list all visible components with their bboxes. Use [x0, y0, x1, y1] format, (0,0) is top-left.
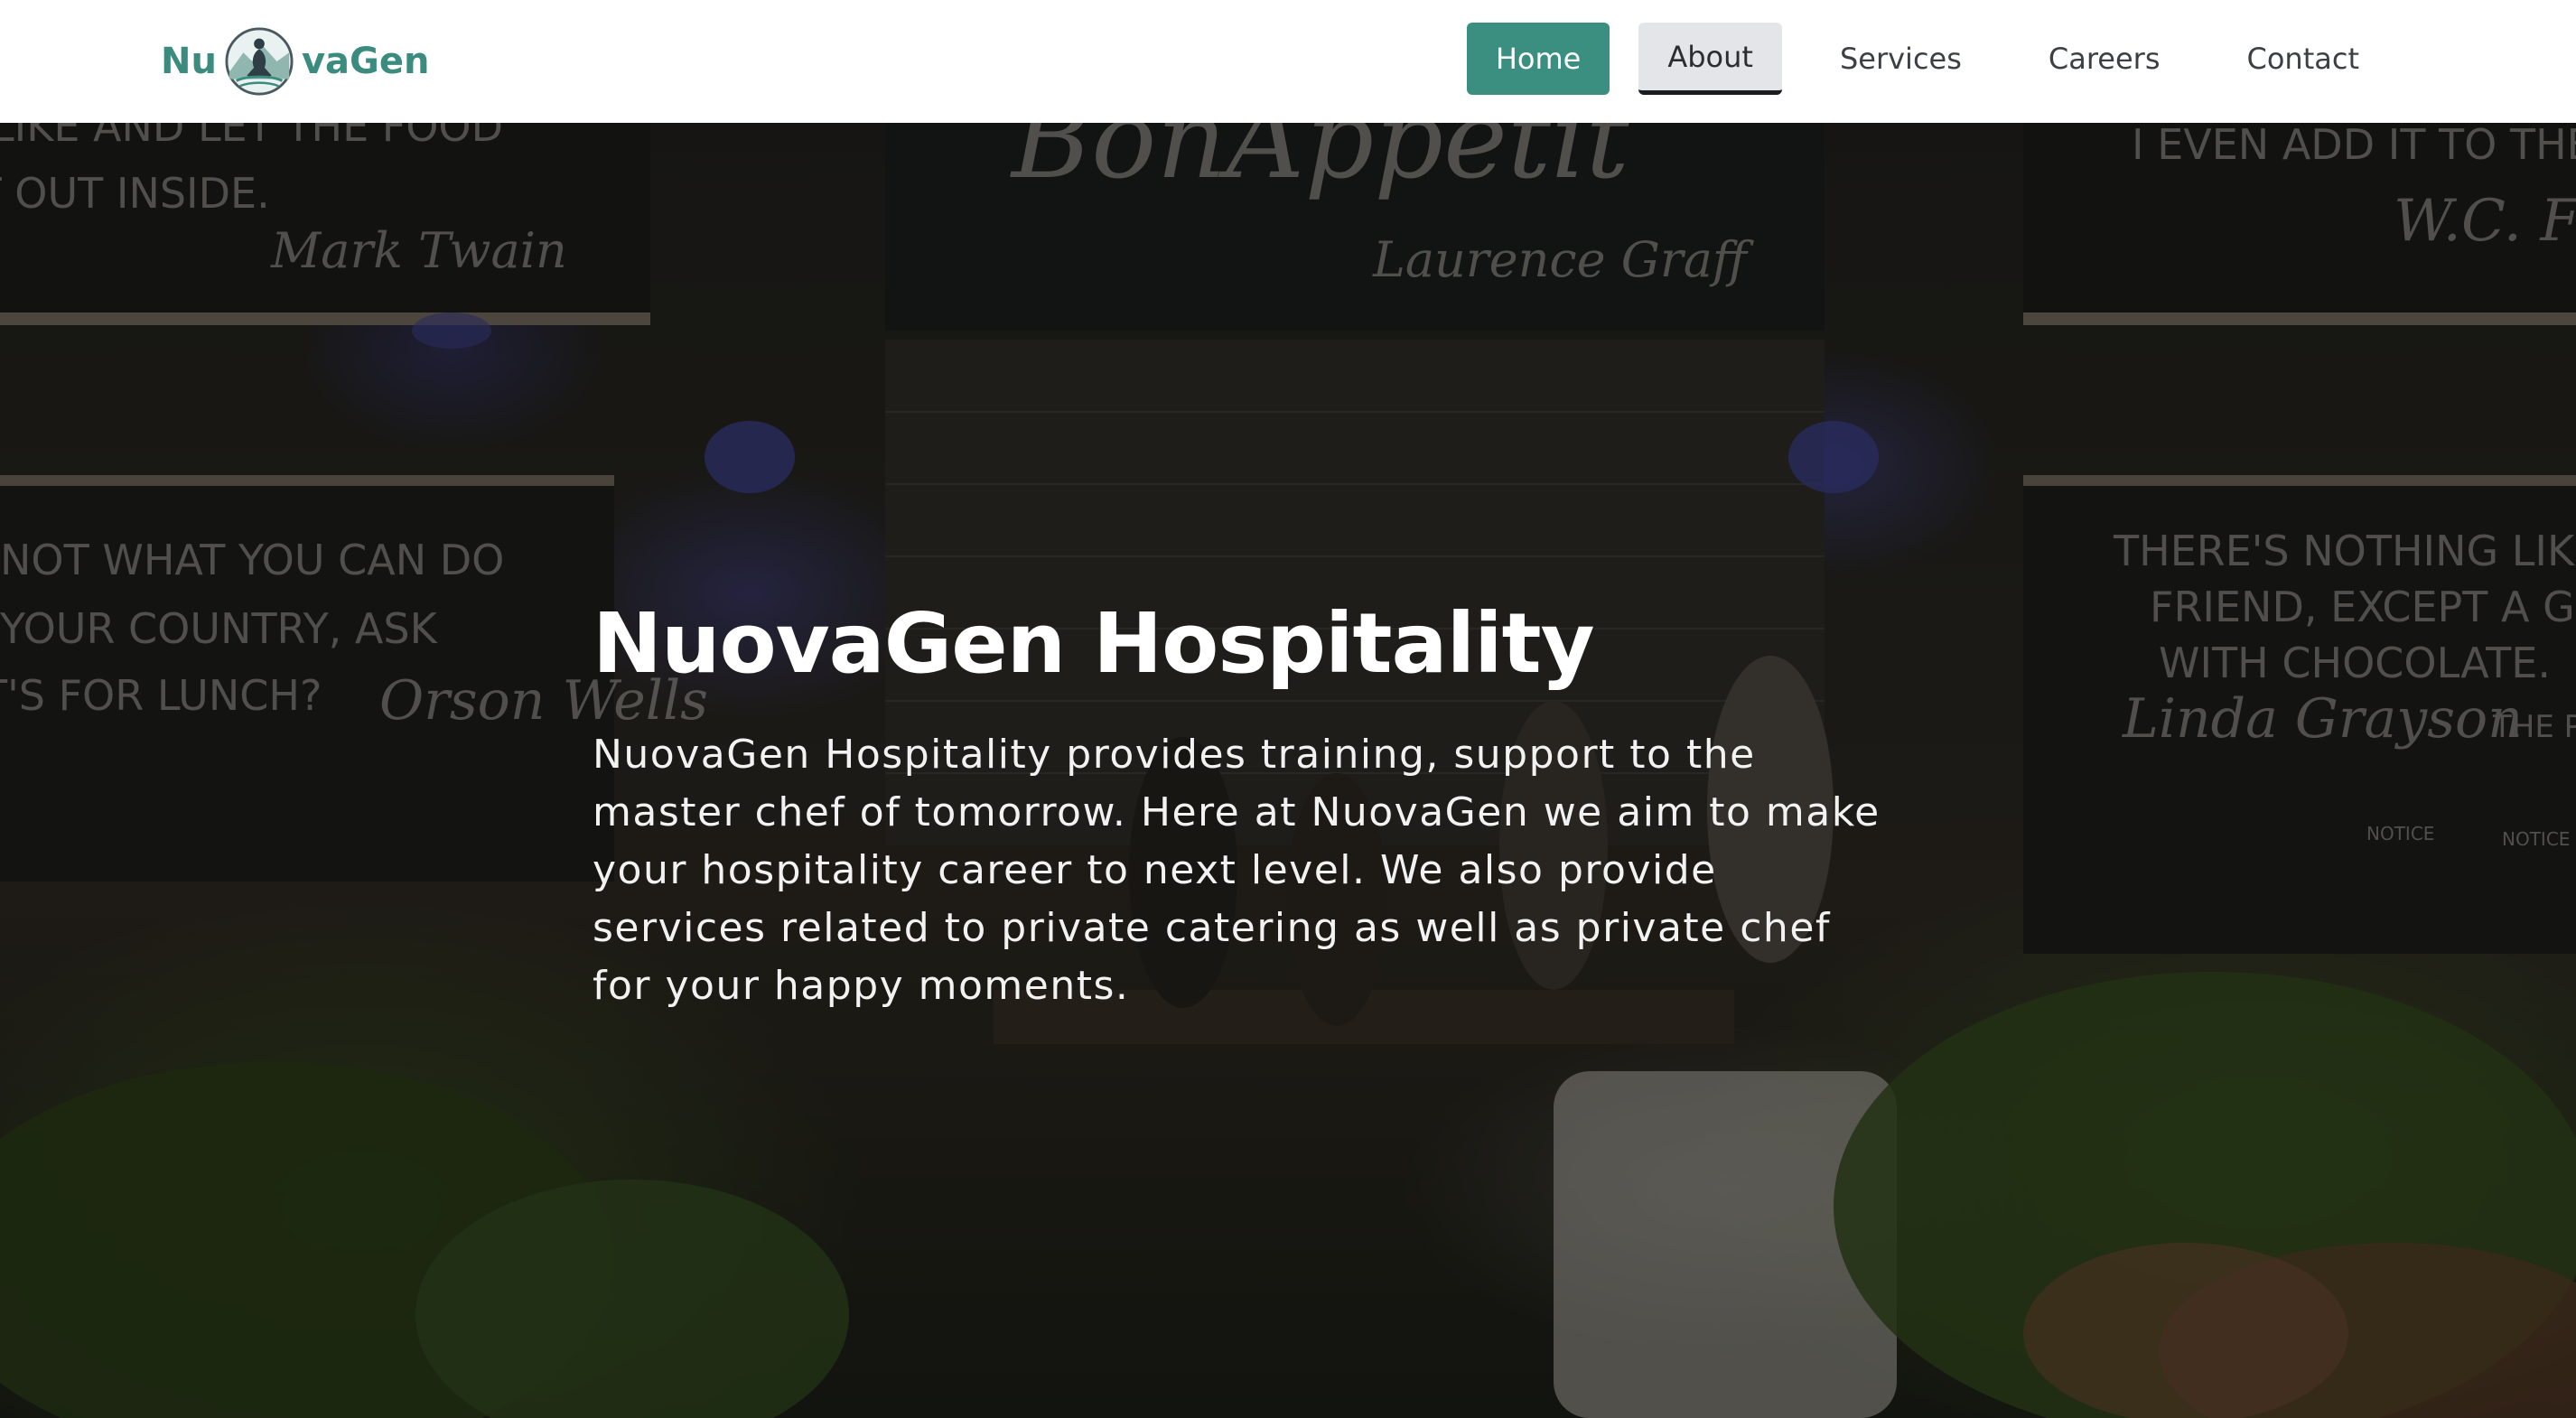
- main-nav: Home About Services Careers Contact: [1466, 23, 2576, 95]
- logo-text-left: Nu: [161, 41, 217, 82]
- nav-careers-link[interactable]: Careers: [2020, 23, 2189, 95]
- hero-description: NuovaGen Hospitality provides training, …: [593, 732, 1881, 1009]
- hero-content: NuovaGen Hospitality NuovaGen Hospitalit…: [593, 594, 1893, 1015]
- meditating-figure-emblem-icon: [225, 27, 294, 96]
- nav-contact-link[interactable]: Contact: [2218, 23, 2389, 95]
- nav-home-link[interactable]: Home: [1466, 23, 1610, 95]
- logo-text-right: vaGen: [301, 41, 430, 82]
- nav-services-link[interactable]: Services: [1811, 23, 1991, 95]
- hero-title: NuovaGen Hospitality: [593, 595, 1595, 692]
- top-navbar: Nu vaGen Home About Services Careers Con…: [0, 0, 2576, 123]
- brand-logo[interactable]: Nu vaGen: [161, 23, 429, 99]
- hero-section: LIKE AND LET THE FOOD IT OUT INSIDE. Mar…: [0, 123, 2576, 1418]
- nav-about-link[interactable]: About: [1638, 23, 1782, 95]
